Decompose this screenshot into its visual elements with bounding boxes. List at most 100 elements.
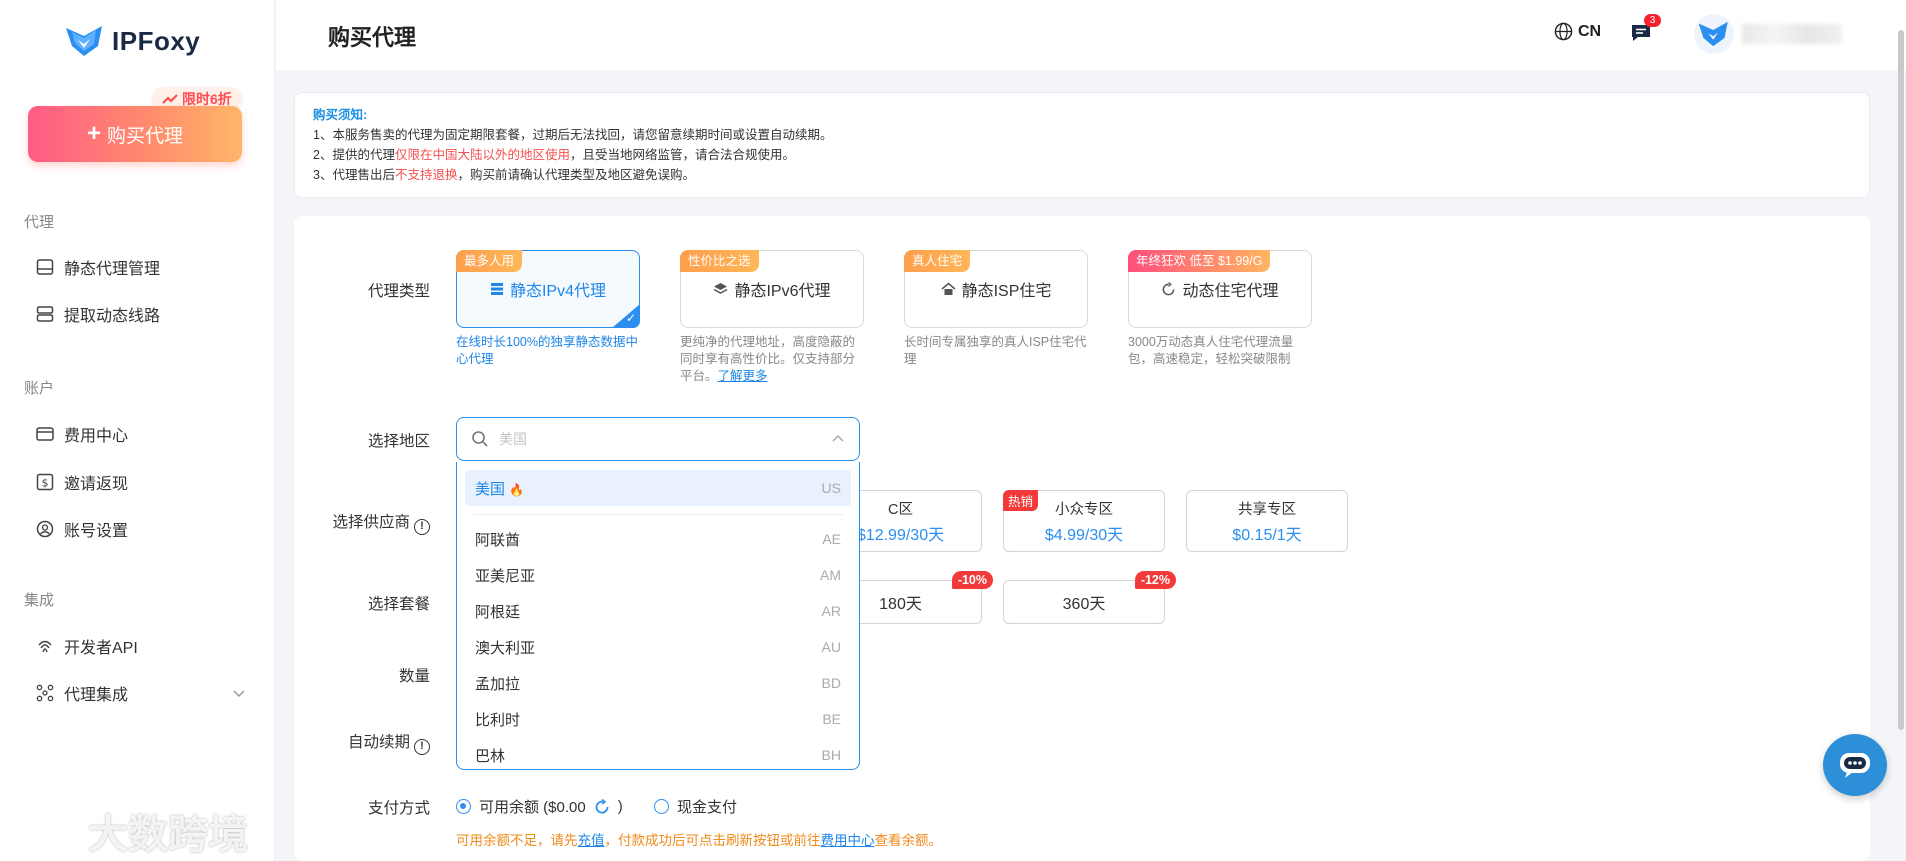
- region-option[interactable]: 巴林 BH: [465, 737, 851, 769]
- balance-warning: 可用余额不足，请先充值，付款成功后可点击刷新按钮或前往费用中心查看余额。: [456, 833, 942, 848]
- card-icon: [36, 427, 54, 441]
- buy-proxy-label: 购买代理: [107, 125, 184, 147]
- help-icon[interactable]: !: [414, 519, 430, 535]
- fox-logo-icon: [66, 26, 102, 56]
- proxy-type-dynamic[interactable]: 年终狂欢 低至 $1.99/G 动态住宅代理: [1128, 250, 1312, 328]
- sidebar-item-account-settings[interactable]: 账号设置: [36, 517, 246, 541]
- fire-icon: 🔥: [509, 482, 525, 497]
- supplier-niche-zone[interactable]: 热销 小众专区 $4.99/30天: [1003, 490, 1165, 552]
- balance-label: 可用余额 ($0.00: [479, 799, 586, 816]
- sidebar-item-label: 代理集成: [64, 687, 129, 704]
- region-option[interactable]: 亚美尼亚 AM: [465, 557, 851, 593]
- payment-cash-option[interactable]: 现金支付: [654, 796, 737, 817]
- supplier-price: $12.99/30天: [856, 526, 945, 544]
- dropdown-divider: [473, 514, 843, 515]
- sidebar-item-dynamic-lines[interactable]: 提取动态线路: [36, 302, 246, 326]
- region-option-code: US: [821, 480, 841, 496]
- proxy-type-name: 动态住宅代理: [1182, 283, 1279, 300]
- region-option[interactable]: 阿联酋 AE: [465, 521, 851, 557]
- notice-line-2: 2、提供的代理仅限在中国大陆以外的地区使用，且受当地网络监管，请合法合规使用。: [313, 148, 795, 162]
- supplier-label: 选择供应商!: [310, 510, 430, 535]
- region-option-code: AR: [821, 603, 841, 619]
- supplier-name: 小众专区: [1055, 501, 1113, 518]
- server-icon: [36, 259, 54, 275]
- help-icon[interactable]: !: [414, 739, 430, 755]
- package-360-days[interactable]: 360天 -12%: [1003, 571, 1176, 624]
- billing-center-link[interactable]: 费用中心: [821, 833, 875, 848]
- watermark-text: 大数跨境: [88, 813, 248, 857]
- messages-button[interactable]: 3: [1630, 14, 1661, 49]
- sidebar-item-label: 账号设置: [64, 523, 129, 540]
- region-option[interactable]: 阿根廷 AR: [465, 593, 851, 629]
- refresh-circle-icon: [1163, 281, 1175, 295]
- discount-badge: -12%: [1134, 571, 1176, 589]
- region-select[interactable]: [456, 417, 860, 461]
- username-blurred: [1742, 24, 1842, 44]
- refresh-icon[interactable]: [594, 798, 610, 815]
- discount-badge: -10%: [951, 571, 993, 589]
- notice-highlight: 不支持退换: [394, 168, 458, 182]
- region-label: 选择地区: [367, 433, 430, 450]
- message-count-badge: 3: [1644, 14, 1661, 27]
- sidebar-item-developer-api[interactable]: 开发者API: [36, 634, 246, 658]
- proxy-type-desc: 3000万动态真人住宅代理流量包，高速稳定，轻松突破限制: [1128, 335, 1294, 366]
- chevron-down-icon[interactable]: [232, 688, 246, 698]
- brand-logo[interactable]: IPFoxy: [64, 24, 200, 58]
- support-chat-button[interactable]: [1823, 734, 1887, 796]
- cash-label: 现金支付: [677, 799, 738, 816]
- plus-icon: +: [86, 120, 101, 147]
- region-option-name: 亚美尼亚: [475, 567, 536, 585]
- proxy-type-name: 静态IPv4代理: [509, 283, 607, 300]
- page-scrollbar[interactable]: [1898, 30, 1904, 730]
- watermark: 大数跨境: [12, 802, 248, 860]
- region-option-code: BE: [822, 711, 841, 727]
- region-option-code: AM: [820, 567, 841, 583]
- buy-proxy-button[interactable]: + 购买代理: [28, 106, 242, 162]
- network-icon: [36, 684, 54, 702]
- sidebar-item-billing[interactable]: 费用中心: [36, 422, 246, 446]
- sidebar-item-referral[interactable]: $ 邀请返现: [36, 470, 246, 494]
- server-stack-icon: [490, 283, 503, 295]
- radio-selected[interactable]: [456, 799, 471, 814]
- region-option[interactable]: 孟加拉 BD: [465, 665, 851, 701]
- region-option-name: 巴林: [475, 747, 506, 765]
- region-option[interactable]: 比利时 BE: [465, 701, 851, 737]
- region-option-code: AE: [822, 531, 841, 547]
- radio-unselected[interactable]: [654, 799, 669, 814]
- learn-more-link[interactable]: 了解更多: [718, 369, 768, 383]
- home-icon: [941, 282, 956, 295]
- region-option-code: BD: [821, 675, 841, 691]
- proxy-type-ipv4[interactable]: 最多人用 静态IPv4代理 ✓: [456, 250, 640, 328]
- proxy-type-ipv6[interactable]: 性价比之选 静态IPv6代理: [680, 250, 864, 328]
- avatar[interactable]: [1694, 14, 1734, 54]
- recharge-link[interactable]: 充值: [578, 833, 605, 848]
- region-option-name: 阿根廷: [475, 603, 521, 621]
- sidebar-item-label: 开发者API: [64, 640, 138, 657]
- chat-icon: [1840, 753, 1870, 778]
- stack-icon: [36, 306, 54, 322]
- section-label-proxy: 代理: [24, 214, 55, 231]
- region-search-input[interactable]: [499, 431, 821, 447]
- supplier-shared-zone[interactable]: 共享专区 $0.15/1天: [1186, 490, 1348, 552]
- quantity-label: 数量: [398, 668, 430, 685]
- region-option[interactable]: 澳大利亚 AU: [465, 629, 851, 665]
- chevron-up-icon[interactable]: [831, 434, 845, 444]
- svg-text:$: $: [42, 477, 49, 490]
- payment-label: 支付方式: [367, 800, 430, 817]
- sidebar-item-proxy-integration[interactable]: 代理集成: [36, 681, 246, 705]
- selected-check-icon: ✓: [612, 304, 640, 328]
- sidebar-item-label: 静态代理管理: [64, 261, 161, 278]
- section-label-account: 账户: [24, 380, 55, 397]
- proxy-type-desc: 更纯净的代理地址，高度隐蔽的同时享有高性价比。仅支持部分平台。了解更多: [680, 335, 856, 383]
- region-dropdown: 美国 🔥 US 阿联酋 AE 亚美尼亚 AM 阿根廷 AR 澳大利亚 AU 孟加拉 BD …: [456, 462, 860, 770]
- language-switcher[interactable]: CN: [1554, 22, 1601, 41]
- search-icon: [472, 431, 488, 447]
- region-option-us[interactable]: 美国 🔥 US: [465, 470, 851, 506]
- hot-badge: 热销: [1003, 490, 1039, 511]
- dollar-icon: $: [36, 473, 54, 491]
- proxy-type-isp[interactable]: 真人住宅 静态ISP住宅: [904, 250, 1088, 328]
- region-option-name: 美国: [475, 480, 506, 498]
- payment-balance-option[interactable]: 可用余额 ($0.00 ): [456, 796, 623, 817]
- tag-most-used: 最多人用: [456, 250, 523, 272]
- sidebar-item-static-proxy[interactable]: 静态代理管理: [36, 255, 246, 279]
